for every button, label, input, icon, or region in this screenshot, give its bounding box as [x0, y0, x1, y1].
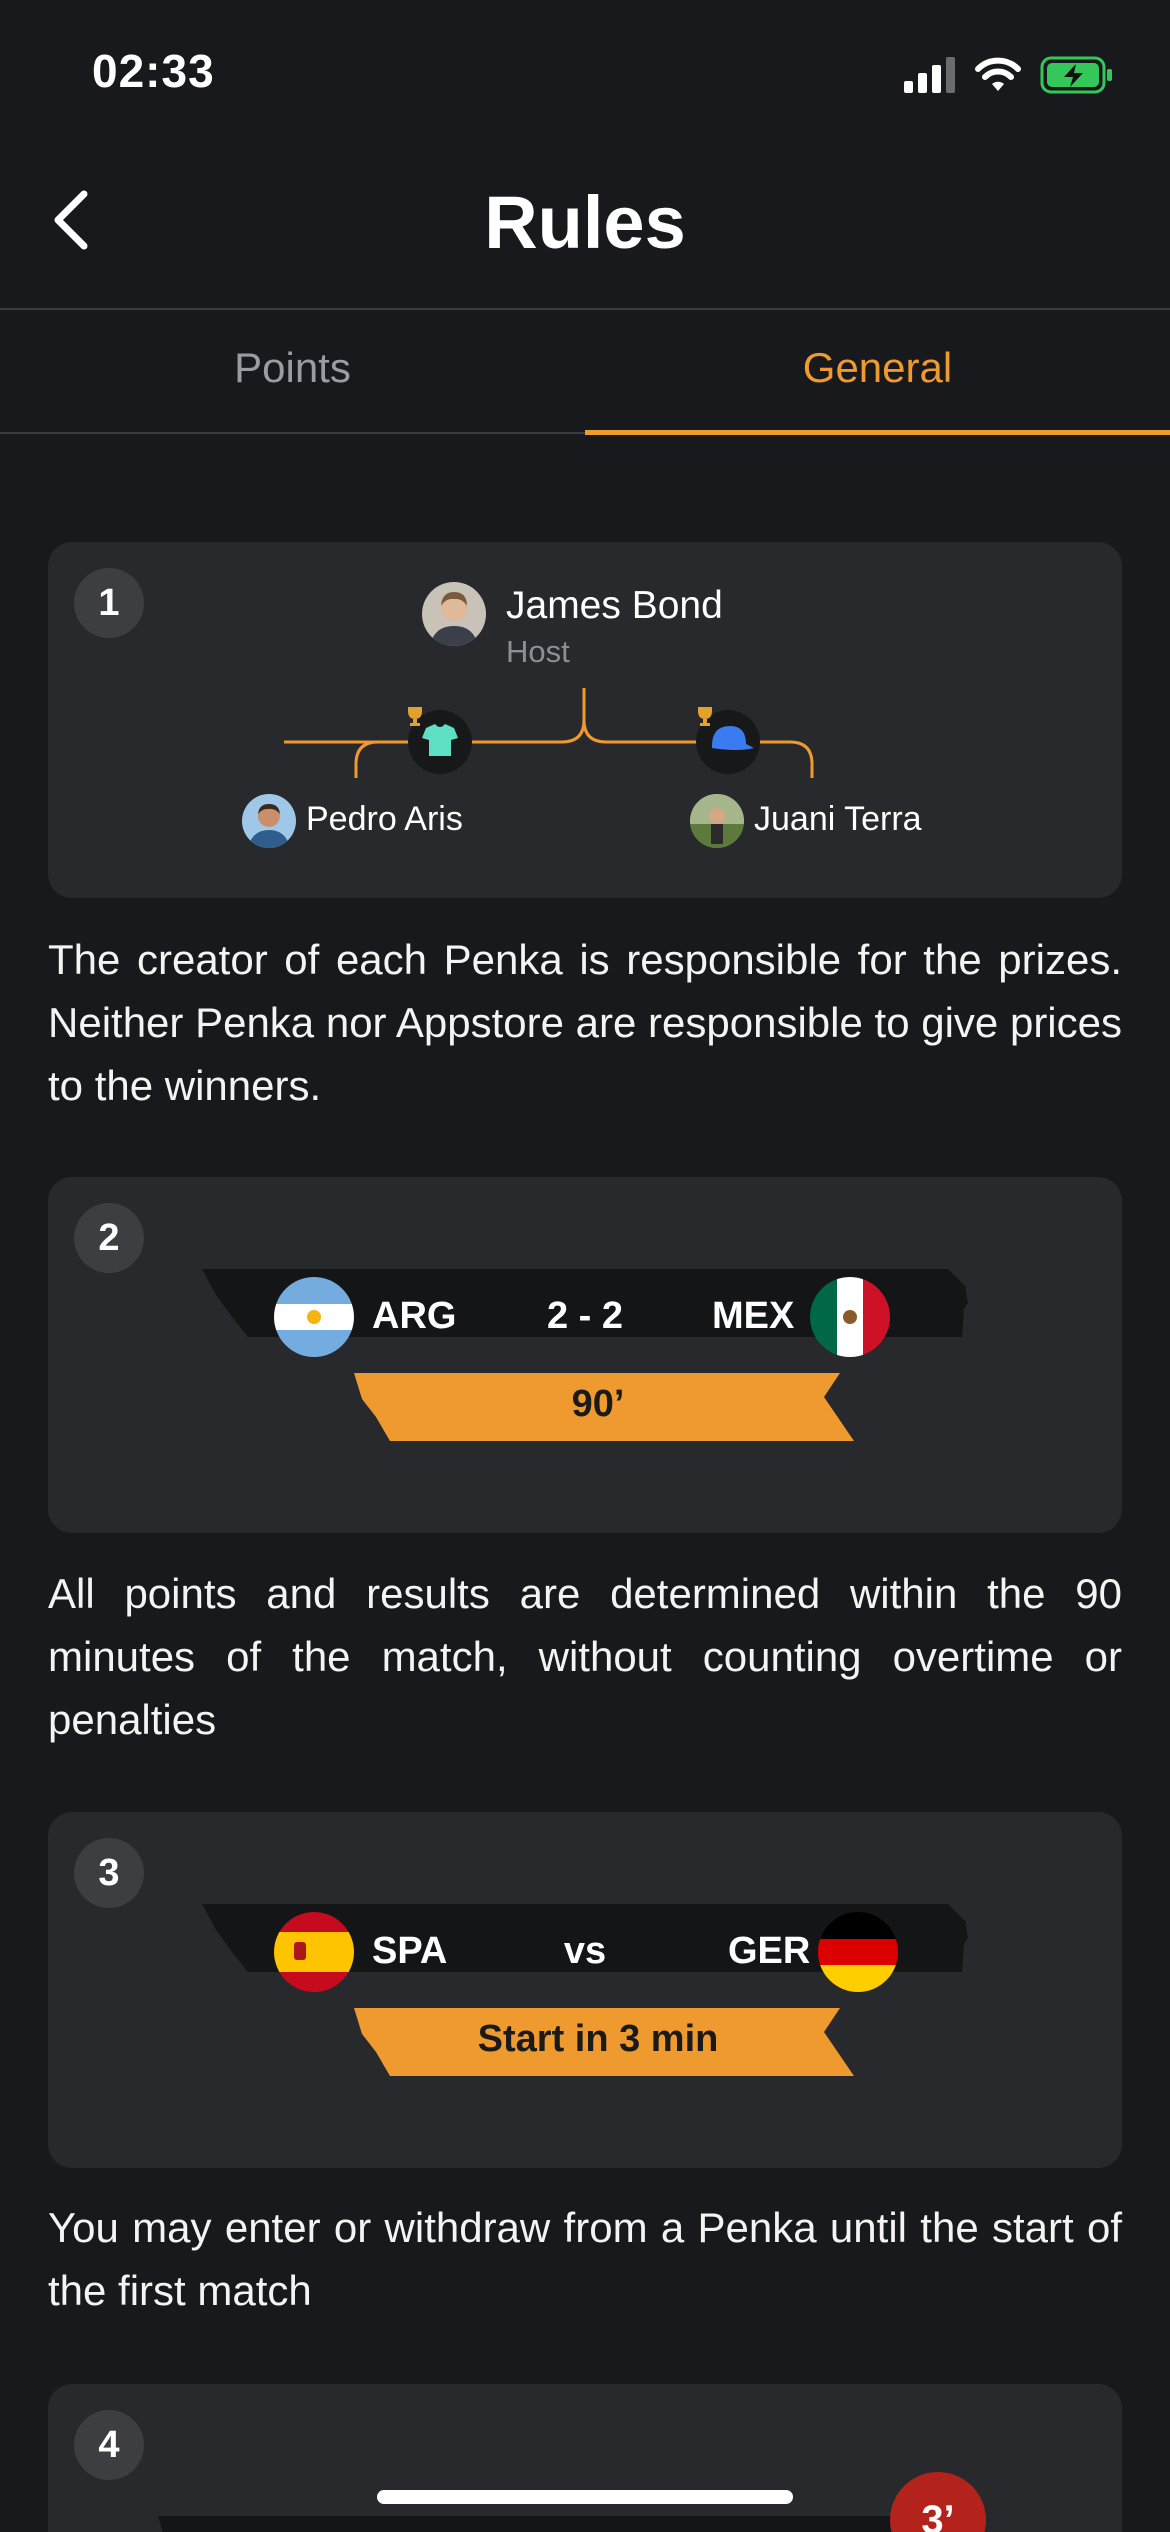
rule-description: The creator of each Penka is responsible… [48, 936, 1122, 1109]
match-score: vs [563, 1930, 607, 1972]
mexico-flag-icon [810, 1277, 890, 1357]
rule-description: You may enter or withdraw from a Penka u… [48, 2204, 1122, 2314]
argentina-flag-icon [274, 1277, 354, 1357]
status-icons [904, 50, 1114, 100]
battery-charging-icon [1040, 56, 1112, 94]
match-minute: 3’ [921, 2498, 955, 2532]
player-avatar [242, 794, 296, 848]
match-start-countdown: Start in 3 min [477, 2018, 719, 2060]
home-team: ARG [372, 1295, 457, 1337]
rule-card-4: 4 3’ [48, 2384, 1122, 2532]
germany-flag-icon [818, 1912, 898, 1992]
host-name: James Bond [506, 584, 723, 627]
status-bar: 02:33 [0, 0, 1170, 140]
rule-card-3: 3 SPA vs GER Start in 3 min [48, 1812, 1122, 2168]
scoreboard-shape [202, 1904, 968, 2076]
rule-card-1: 1 James Bond Host Pedro Aris Juani Terra [48, 542, 1122, 898]
host-avatar [422, 582, 486, 646]
page-title: Rules [484, 181, 686, 264]
tab-bar: Points General [0, 310, 1170, 435]
tab-points[interactable]: Points [0, 310, 585, 432]
away-team: GER [728, 1930, 811, 1972]
away-team: MEX [712, 1295, 795, 1337]
wifi-icon [975, 57, 1021, 91]
match-time: 90’ [571, 1383, 625, 1425]
header: Rules [0, 140, 1170, 310]
spain-flag-icon [274, 1912, 354, 1992]
player-name: Pedro Aris [306, 800, 463, 838]
tab-general[interactable]: General [585, 310, 1170, 435]
status-time: 02:33 [92, 45, 215, 97]
player-name: Juani Terra [754, 800, 922, 838]
home-indicator [377, 2490, 793, 2504]
match-score: 2 - 2 [546, 1295, 624, 1337]
home-team: SPA [372, 1930, 448, 1972]
player-avatar [690, 794, 744, 848]
match-scoreboard: SPA vs GER Start in 3 min [48, 1812, 1122, 2168]
rule-description: All points and results are determined wi… [48, 1570, 1122, 1743]
match-scoreboard: ARG 2 - 2 MEX 90’ [48, 1177, 1122, 1533]
scoreboard-shape [202, 1269, 968, 1441]
rule-card-2: 2 ARG 2 - 2 MEX 90’ [48, 1177, 1122, 1533]
host-role: Host [506, 634, 570, 669]
cellular-signal-icon [904, 57, 955, 93]
